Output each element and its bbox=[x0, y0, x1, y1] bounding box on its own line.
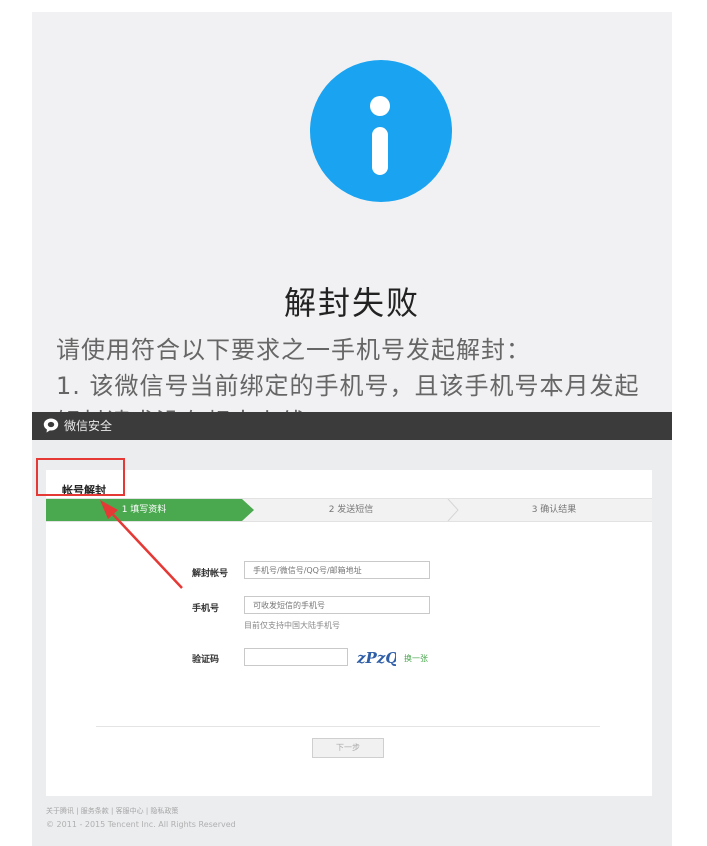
next-step-button[interactable]: 下一步 bbox=[312, 738, 384, 758]
info-icon bbox=[310, 60, 452, 202]
notice-body: 请使用符合以下要求之一手机号发起解封： 1. 该微信号当前绑定的手机号，且该手机… bbox=[56, 332, 662, 412]
top-bar: 微信安全 bbox=[32, 412, 672, 440]
copyright: © 2011 - 2015 Tencent Inc. All Rights Re… bbox=[46, 820, 236, 829]
unblock-failed-notice: 解封失败 请使用符合以下要求之一手机号发起解封： 1. 该微信号当前绑定的手机号… bbox=[32, 12, 672, 412]
footer-links[interactable]: 关于腾讯 | 服务条款 | 客服中心 | 隐私政策 bbox=[46, 806, 178, 816]
step-arrow bbox=[242, 499, 254, 521]
captcha-text: zPzQ bbox=[356, 649, 396, 667]
form-divider bbox=[96, 726, 600, 727]
captcha-image[interactable]: zPzQ bbox=[356, 646, 396, 668]
brand-name: 微信安全 bbox=[64, 419, 113, 433]
notice-line: 解封请求没有超出上线 bbox=[56, 404, 662, 412]
unblock-panel: 帐号解封 1 填写资料 2 发送短信 3 确认结果 解封帐号 手机号 目前仅支持… bbox=[46, 470, 652, 796]
refresh-captcha-link[interactable]: 换一张 bbox=[404, 653, 428, 664]
phone-input[interactable] bbox=[244, 596, 430, 614]
wechat-logo-icon bbox=[43, 418, 59, 433]
notice-line: 1. 该微信号当前绑定的手机号，且该手机号本月发起 bbox=[56, 372, 640, 400]
phone-hint: 目前仅支持中国大陆手机号 bbox=[244, 621, 340, 630]
account-label: 解封帐号 bbox=[192, 569, 229, 579]
notice-line: 请使用符合以下要求之一手机号发起解封： bbox=[56, 336, 531, 364]
step-fill-info: 1 填写资料 bbox=[46, 499, 242, 521]
highlight-box bbox=[36, 458, 125, 496]
captcha-label: 验证码 bbox=[192, 655, 220, 665]
wechat-security-page: 微信安全 帐号解封 1 填写资料 2 发送短信 3 确认结果 解封帐号 手机号 … bbox=[32, 412, 672, 846]
step-confirm-result: 3 确认结果 bbox=[531, 505, 577, 515]
step-send-sms: 2 发送短信 bbox=[328, 505, 374, 515]
step-progress: 1 填写资料 2 发送短信 3 确认结果 bbox=[46, 498, 652, 522]
account-input[interactable] bbox=[244, 561, 430, 579]
captcha-input[interactable] bbox=[244, 648, 348, 666]
notice-title: 解封失败 bbox=[283, 284, 420, 322]
phone-label: 手机号 bbox=[192, 604, 220, 614]
